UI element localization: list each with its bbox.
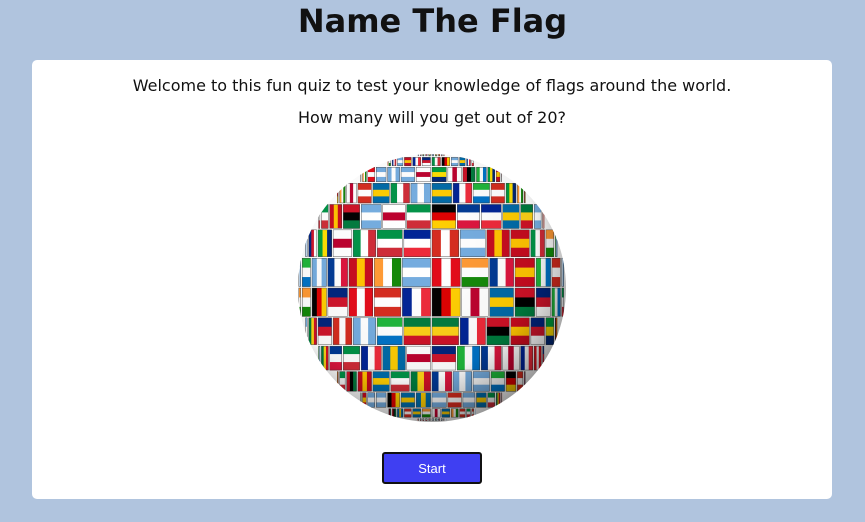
question-count-text: How many will you get out of 20? xyxy=(297,108,567,127)
flag-globe-image xyxy=(296,152,568,424)
quiz-card: Welcome to this fun quiz to test your kn… xyxy=(32,60,832,499)
start-button[interactable]: Start xyxy=(382,452,482,484)
flag-globe-icon xyxy=(298,154,566,422)
page-title: Name The Flag xyxy=(297,2,568,40)
welcome-text: Welcome to this fun quiz to test your kn… xyxy=(132,76,732,95)
